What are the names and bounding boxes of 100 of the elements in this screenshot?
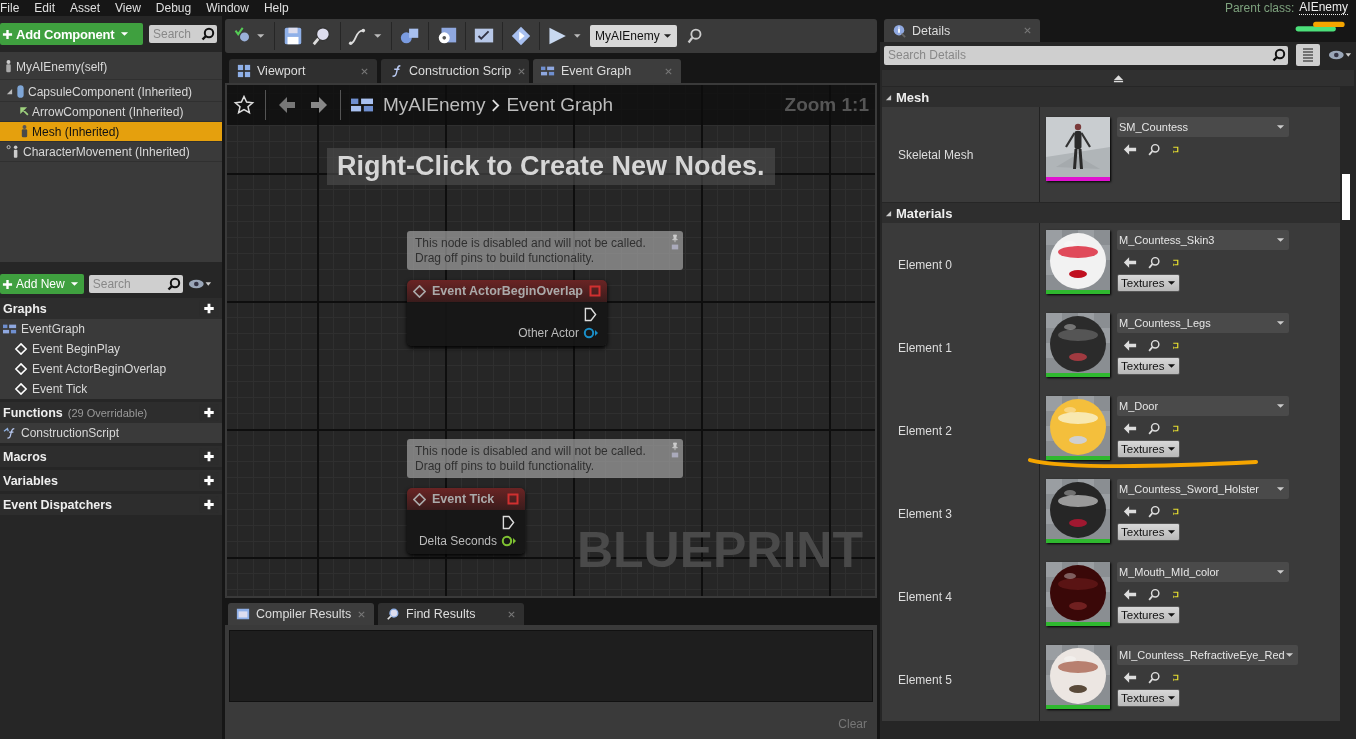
menu-item[interactable]: View	[115, 1, 152, 15]
menu-item[interactable]: Window	[206, 1, 260, 15]
category-header[interactable]: Mesh	[882, 87, 1340, 107]
asset-thumbnail[interactable]	[1046, 230, 1110, 294]
search-icon[interactable]	[1147, 255, 1161, 269]
tree-item[interactable]: CapsuleComponent (Inherited)	[0, 82, 222, 102]
tree-item[interactable]: MyAIEnemy(self)	[0, 54, 222, 80]
asset-dropdown[interactable]: M_Countess_Sword_Holster	[1117, 479, 1289, 499]
use-selected-arrow-icon[interactable]	[1123, 670, 1137, 684]
menu-item[interactable]: File	[0, 1, 31, 15]
close-icon[interactable]	[517, 66, 527, 76]
textures-dropdown[interactable]: Textures	[1117, 274, 1180, 292]
debug-filter-dropdown[interactable]: MyAIEnemy	[590, 25, 677, 47]
use-selected-arrow-icon[interactable]	[1123, 504, 1137, 518]
reset-icon[interactable]	[1171, 423, 1180, 433]
editor-tab[interactable]: Viewport	[229, 59, 377, 83]
asset-dropdown[interactable]: M_Door	[1117, 396, 1289, 416]
exec-pin-icon[interactable]	[502, 514, 515, 530]
grid-view-icon[interactable]	[1296, 44, 1320, 66]
expand-arrow-icon[interactable]	[6, 88, 13, 95]
reset-icon[interactable]	[1171, 672, 1180, 682]
textures-dropdown[interactable]: Textures	[1117, 523, 1180, 541]
search-icon[interactable]	[1147, 338, 1161, 352]
reset-icon[interactable]	[1171, 589, 1180, 599]
output-tab[interactable]: Find Results	[378, 603, 524, 625]
search-icon[interactable]	[1147, 670, 1161, 684]
search-icon[interactable]	[1147, 421, 1161, 435]
asset-thumbnail[interactable]	[1046, 479, 1110, 543]
parent-class-link[interactable]: AIEnemy	[1299, 1, 1348, 15]
simulate-icon[interactable]	[510, 25, 532, 47]
graph-item[interactable]: ConstructionScript	[0, 423, 222, 443]
section-header[interactable]: Macros	[0, 446, 222, 467]
event-item[interactable]: Event ActorBeginOverlap	[0, 359, 222, 379]
search-icon[interactable]	[1147, 587, 1161, 601]
pin-icon[interactable]	[671, 234, 679, 252]
data-pin-icon[interactable]	[501, 535, 517, 547]
close-icon[interactable]	[360, 66, 369, 76]
asset-thumbnail[interactable]	[1046, 117, 1110, 181]
editor-tab[interactable]: Construction Scrip	[381, 59, 529, 83]
search-icon[interactable]	[1147, 142, 1161, 156]
asset-dropdown[interactable]: MI_Countess_RefractiveEye_Red	[1117, 645, 1298, 665]
asset-dropdown[interactable]: SM_Countess	[1117, 117, 1289, 137]
output-tab[interactable]: Compiler Results	[228, 603, 374, 625]
reset-icon[interactable]	[1171, 506, 1180, 516]
textures-dropdown[interactable]: Textures	[1117, 606, 1180, 624]
graph-canvas[interactable]	[225, 83, 877, 598]
tree-item[interactable]: CharacterMovement (Inherited)	[0, 142, 222, 162]
event-node[interactable]: Event ActorBeginOverlap Other Actor	[407, 280, 607, 346]
section-header[interactable]: Graphs	[0, 298, 222, 319]
textures-dropdown[interactable]: Textures	[1117, 357, 1180, 375]
asset-thumbnail[interactable]	[1046, 396, 1110, 460]
play-icon[interactable]	[547, 25, 583, 47]
use-selected-arrow-icon[interactable]	[1123, 587, 1137, 601]
exec-pin-icon[interactable]	[583, 306, 597, 322]
scrollbar-thumb[interactable]	[1342, 174, 1350, 220]
reset-icon[interactable]	[1171, 144, 1180, 154]
event-item[interactable]: Event Tick	[0, 379, 222, 399]
details-tab[interactable]: Details	[884, 19, 1040, 42]
editor-tab[interactable]: Event Graph	[533, 59, 681, 83]
textures-dropdown[interactable]: Textures	[1117, 440, 1180, 458]
section-header[interactable]: Functions (29 Overridable)	[0, 402, 222, 423]
star-icon[interactable]	[233, 95, 255, 115]
category-header[interactable]: Materials	[882, 203, 1340, 223]
pin-icon[interactable]	[671, 442, 679, 460]
delegate-pin-icon[interactable]	[507, 493, 519, 505]
search-field[interactable]: Search	[149, 25, 217, 43]
asset-dropdown[interactable]: M_Countess_Skin3	[1117, 230, 1289, 250]
search-icon[interactable]	[1147, 504, 1161, 518]
section-header[interactable]: Event Dispatchers	[0, 494, 222, 515]
menu-item[interactable]: Edit	[34, 1, 67, 15]
reset-icon[interactable]	[1171, 340, 1180, 350]
asset-thumbnail[interactable]	[1046, 645, 1110, 709]
section-header[interactable]: Variables	[0, 470, 222, 491]
data-pin-icon[interactable]	[582, 327, 599, 339]
use-selected-arrow-icon[interactable]	[1123, 421, 1137, 435]
event-item[interactable]: Event BeginPlay	[0, 339, 222, 359]
asset-thumbnail[interactable]	[1046, 562, 1110, 626]
textures-dropdown[interactable]: Textures	[1117, 689, 1180, 707]
delegate-pin-icon[interactable]	[588, 285, 601, 297]
use-selected-arrow-icon[interactable]	[1123, 142, 1137, 156]
breadcrumb-link[interactable]: MyAIEnemy	[383, 94, 486, 116]
forward-arrow-icon[interactable]	[308, 95, 330, 115]
asset-dropdown[interactable]: M_Mouth_MId_color	[1117, 562, 1289, 582]
menu-item[interactable]: Debug	[155, 1, 203, 15]
menu-item[interactable]: Help	[263, 1, 300, 15]
graph-item[interactable]: EventGraph	[0, 319, 222, 339]
event-node[interactable]: Event Tick Delta Seconds	[407, 488, 525, 554]
tree-item[interactable]: Mesh (Inherited)	[0, 122, 222, 142]
reset-icon[interactable]	[1171, 257, 1180, 267]
use-selected-arrow-icon[interactable]	[1123, 338, 1137, 352]
menu-item[interactable]: Asset	[70, 1, 112, 15]
asset-dropdown[interactable]: M_Countess_Legs	[1117, 313, 1289, 333]
visibility-icon[interactable]	[187, 278, 212, 290]
use-selected-arrow-icon[interactable]	[1123, 255, 1137, 269]
search-field[interactable]: Search	[88, 275, 183, 293]
visibility-icon[interactable]	[1328, 49, 1352, 61]
save-icon[interactable]	[282, 25, 304, 47]
asset-thumbnail[interactable]	[1046, 313, 1110, 377]
close-icon[interactable]	[507, 609, 516, 619]
search-field[interactable]: Search Details	[884, 45, 1288, 65]
